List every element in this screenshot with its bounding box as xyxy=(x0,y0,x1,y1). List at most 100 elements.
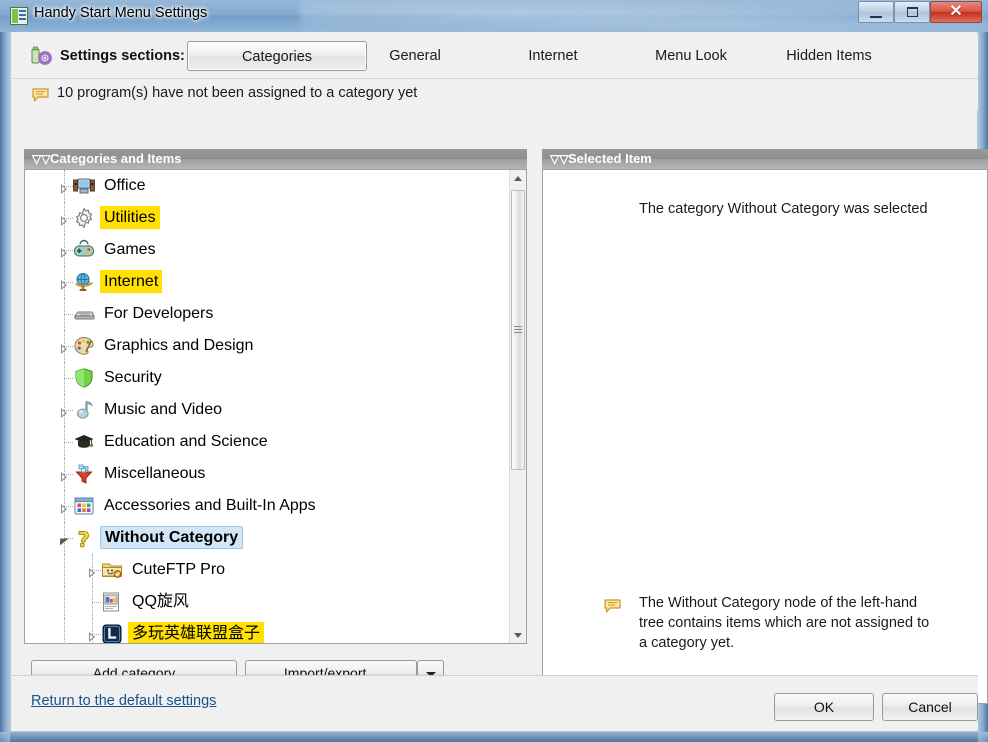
tree-item[interactable]: QQ旋风 xyxy=(25,586,510,618)
gear-icon xyxy=(73,207,95,229)
selected-item-title: Selected Item xyxy=(568,151,652,166)
scroll-thumb-grip xyxy=(514,326,522,334)
close-button[interactable]: ✕ xyxy=(930,1,982,23)
settings-sections-bar: Settings sections: Categories General Inte… xyxy=(12,33,978,79)
selected-item-message: The category Without Category was select… xyxy=(639,201,928,217)
tree-item[interactable]: CuteFTP Pro xyxy=(25,554,510,586)
tree-guide-line xyxy=(64,442,73,443)
minimize-button[interactable] xyxy=(858,1,894,23)
categories-tree[interactable]: Office Utilities Games e Internet For Develop… xyxy=(25,170,510,643)
categories-and-items-title: Categories and Items xyxy=(50,151,182,166)
expand-arrow-icon[interactable] xyxy=(59,245,69,258)
tree-item-label: Office xyxy=(104,177,146,194)
chevron-down-icon: ▽▽ xyxy=(32,152,51,166)
expand-arrow-icon[interactable] xyxy=(59,277,69,290)
scroll-thumb[interactable] xyxy=(511,190,525,470)
tree-item[interactable]: Without Category xyxy=(25,522,510,554)
tree-item[interactable]: Utilities xyxy=(25,202,510,234)
tree-guide-line xyxy=(64,618,65,643)
title-bar[interactable]: Handy Start Menu Settings ✕ xyxy=(0,0,988,32)
tree-item-label: Graphics and Design xyxy=(104,337,254,354)
client-area: Settings sections: Categories General Inte… xyxy=(10,32,988,732)
selected-item-panel: The category Without Category was select… xyxy=(542,169,988,704)
expand-arrow-icon[interactable] xyxy=(59,405,69,418)
app-icon xyxy=(10,7,28,25)
tree-item[interactable]: Games xyxy=(25,234,510,266)
expand-arrow-icon[interactable] xyxy=(59,501,69,514)
tab-menu-look[interactable]: Menu Look xyxy=(634,41,748,71)
window-apps-icon xyxy=(73,495,95,517)
cuteftp-icon xyxy=(101,559,123,581)
tree-item-label: CuteFTP Pro xyxy=(132,561,226,578)
tree-item[interactable]: Music and Video xyxy=(25,394,510,426)
tree-item-label: Education and Science xyxy=(104,433,268,450)
tab-general[interactable]: General xyxy=(367,41,463,71)
tree-guide-line xyxy=(64,378,73,379)
cancel-button[interactable]: Cancel xyxy=(882,693,978,721)
tree-item-label: Games xyxy=(104,241,156,258)
expand-arrow-icon[interactable] xyxy=(87,565,97,578)
tree-item[interactable]: e Internet xyxy=(25,266,510,298)
expand-arrow-icon[interactable] xyxy=(59,469,69,482)
expand-arrow-icon[interactable] xyxy=(59,341,69,354)
categories-and-items-header[interactable]: ▽▽ Categories and Items xyxy=(24,149,527,169)
tree-item[interactable]: Education and Science xyxy=(25,426,510,458)
tree-item-label: Without Category xyxy=(100,526,244,549)
question-mark-icon xyxy=(73,527,95,549)
expand-arrow-icon[interactable] xyxy=(87,629,97,642)
tree-item-label: QQ旋风 xyxy=(132,593,189,610)
note-icon xyxy=(604,599,621,613)
settings-sections-label: Settings sections: xyxy=(60,48,185,64)
expand-arrow-icon[interactable] xyxy=(59,213,69,226)
duowan-lol-icon xyxy=(101,623,123,643)
tree-item-label: For Developers xyxy=(104,305,214,322)
tree-guide-line xyxy=(64,586,65,618)
keyboard-icon xyxy=(73,303,95,325)
palette-icon xyxy=(73,335,95,357)
scroll-down-arrow[interactable] xyxy=(510,626,526,643)
scroll-up-arrow[interactable] xyxy=(510,170,526,187)
tree-guide-line xyxy=(64,554,65,586)
collapse-arrow-icon[interactable] xyxy=(59,533,69,546)
ok-button[interactable]: OK xyxy=(774,693,874,721)
expand-arrow-icon[interactable] xyxy=(59,181,69,194)
gamepad-icon xyxy=(73,239,95,261)
selected-item-note: The Without Category node of the left-ha… xyxy=(639,595,930,651)
selected-item-header[interactable]: ▽▽ Selected Item xyxy=(542,149,988,169)
tree-item[interactable]: Graphics and Design xyxy=(25,330,510,362)
tree-item[interactable]: For Developers xyxy=(25,298,510,330)
qq-xuanfeng-icon xyxy=(101,591,123,613)
tree-item-label: Internet xyxy=(100,270,163,293)
tree-item-label: Security xyxy=(104,369,162,386)
window-title: Handy Start Menu Settings xyxy=(34,5,208,21)
graduation-cap-icon xyxy=(73,431,95,453)
tree-item[interactable]: Accessories and Built-In Apps xyxy=(25,490,510,522)
tree-item[interactable]: Miscellaneous xyxy=(25,458,510,490)
return-to-default-settings-link[interactable]: Return to the default settings xyxy=(31,693,216,709)
tree-item-label: 多玩英雄联盟盒子 xyxy=(128,622,265,643)
tree-item-label: Accessories and Built-In Apps xyxy=(104,497,316,514)
categories-tree-panel[interactable]: Office Utilities Games e Internet For Develop… xyxy=(24,169,527,644)
note-icon xyxy=(32,88,49,102)
tree-item-label: Miscellaneous xyxy=(104,465,206,482)
globe-icon: e xyxy=(73,271,95,293)
tree-item[interactable]: Office xyxy=(25,170,510,202)
minimize-icon xyxy=(859,2,893,22)
application-window: Handy Start Menu Settings ✕ Settings sec… xyxy=(0,0,988,742)
tree-vertical-scrollbar[interactable] xyxy=(509,170,526,643)
tree-guide-line xyxy=(92,602,101,603)
window-frame-left xyxy=(0,32,10,742)
unassigned-hint: 10 program(s) have not been assigned to … xyxy=(12,79,978,111)
tree-item[interactable]: 多玩英雄联盟盒子 xyxy=(25,618,510,643)
tab-categories[interactable]: Categories xyxy=(187,41,367,71)
unassigned-hint-text: 10 program(s) have not been assigned to … xyxy=(57,85,418,101)
tree-item-label: Utilities xyxy=(100,206,160,229)
shield-icon xyxy=(73,367,95,389)
tree-item[interactable]: Security xyxy=(25,362,510,394)
settings-sections-icon xyxy=(31,46,52,65)
tab-hidden-items[interactable]: Hidden Items xyxy=(766,41,892,71)
tab-internet[interactable]: Internet xyxy=(502,41,604,71)
svg-text:e: e xyxy=(88,281,91,287)
maximize-button[interactable] xyxy=(894,1,930,23)
funnel-icon xyxy=(73,463,95,485)
